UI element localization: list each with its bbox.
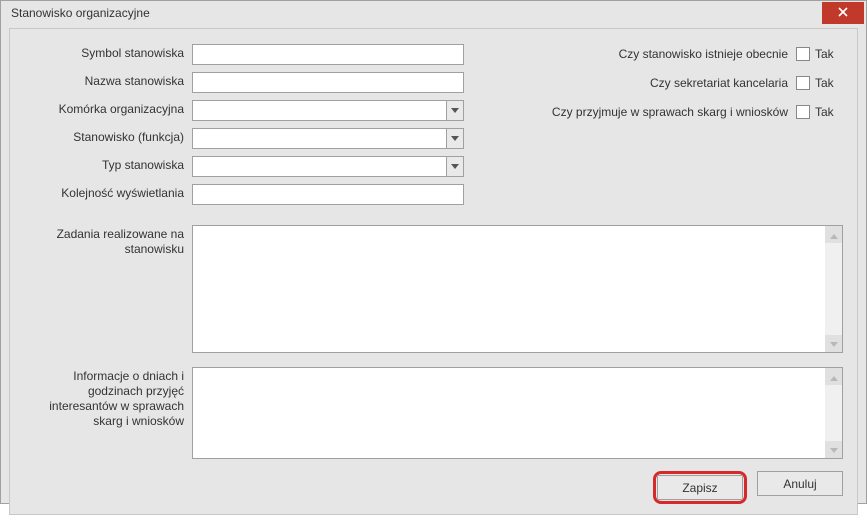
combo-stanowisko[interactable] [192, 128, 464, 149]
footer: Zapisz Anuluj [24, 471, 843, 504]
combo-komorka-button[interactable] [446, 100, 464, 121]
label-komorka: Komórka organizacyjna [24, 103, 192, 116]
highlight-zapisz: Zapisz [653, 471, 747, 504]
combo-komorka-input[interactable] [192, 100, 446, 121]
row-informacje: Informacje o dniach i godzinach przyjęć … [24, 367, 843, 459]
content-panel: Symbol stanowiska Nazwa stanowiska Komór… [9, 28, 858, 515]
label-sekretariat: Czy sekretariat kancelaria [488, 76, 796, 90]
titlebar: Stanowisko organizacyjne [1, 1, 866, 24]
chevron-up-icon [830, 228, 838, 242]
close-button[interactable] [822, 2, 864, 24]
textarea-informacje-wrap [192, 367, 843, 459]
label-typ: Typ stanowiska [24, 159, 192, 172]
label-istnieje: Czy stanowisko istnieje obecnie [488, 47, 796, 61]
input-kolejnosc[interactable] [192, 184, 464, 205]
chevron-down-icon [830, 337, 838, 351]
combo-stanowisko-button[interactable] [446, 128, 464, 149]
chevron-down-icon [451, 103, 459, 117]
chevron-down-icon [451, 159, 459, 173]
dialog-window: Stanowisko organizacyjne Symbol stanowis… [0, 0, 867, 504]
chevron-down-icon [451, 131, 459, 145]
close-icon [838, 6, 848, 20]
combo-typ[interactable] [192, 156, 464, 177]
input-nazwa[interactable] [192, 72, 464, 93]
window-title: Stanowisko organizacyjne [11, 6, 822, 20]
zapisz-button[interactable]: Zapisz [657, 475, 743, 500]
chevron-down-icon [830, 443, 838, 457]
checkbox-istnieje-text: Tak [815, 47, 843, 61]
label-zadania: Zadania realizowane na stanowisku [24, 225, 192, 353]
label-stanowisko: Stanowisko (funkcja) [24, 131, 192, 144]
checkbox-istnieje[interactable] [796, 47, 810, 61]
scroll-up-button[interactable] [825, 368, 842, 385]
label-nazwa: Nazwa stanowiska [24, 75, 192, 88]
label-skargi: Czy przyjmuje w sprawach skarg i wnioskó… [488, 105, 796, 119]
combo-typ-input[interactable] [192, 156, 446, 177]
combo-komorka[interactable] [192, 100, 464, 121]
textarea-informacje[interactable] [193, 368, 825, 458]
textarea-zadania-wrap [192, 225, 843, 353]
scrollbar-informacje[interactable] [825, 368, 842, 458]
combo-stanowisko-input[interactable] [192, 128, 446, 149]
left-column: Symbol stanowiska Nazwa stanowiska Komór… [24, 43, 464, 211]
scrollbar-zadania[interactable] [825, 226, 842, 352]
anuluj-button[interactable]: Anuluj [757, 471, 843, 496]
textarea-zadania[interactable] [193, 226, 825, 352]
scroll-down-button[interactable] [825, 441, 842, 458]
label-informacje: Informacje o dniach i godzinach przyjęć … [24, 367, 192, 459]
scroll-up-button[interactable] [825, 226, 842, 243]
scroll-down-button[interactable] [825, 335, 842, 352]
chevron-up-icon [830, 370, 838, 384]
label-kolejnosc: Kolejność wyświetlania [24, 187, 192, 200]
row-zadania: Zadania realizowane na stanowisku [24, 225, 843, 353]
combo-typ-button[interactable] [446, 156, 464, 177]
checkbox-sekretariat[interactable] [796, 76, 810, 90]
checkbox-sekretariat-text: Tak [815, 76, 843, 90]
checkbox-skargi-text: Tak [815, 105, 843, 119]
right-column: Czy stanowisko istnieje obecnie Tak Czy … [488, 43, 843, 211]
checkbox-skargi[interactable] [796, 105, 810, 119]
input-symbol[interactable] [192, 44, 464, 65]
form-upper: Symbol stanowiska Nazwa stanowiska Komór… [24, 43, 843, 211]
label-symbol: Symbol stanowiska [24, 47, 192, 60]
